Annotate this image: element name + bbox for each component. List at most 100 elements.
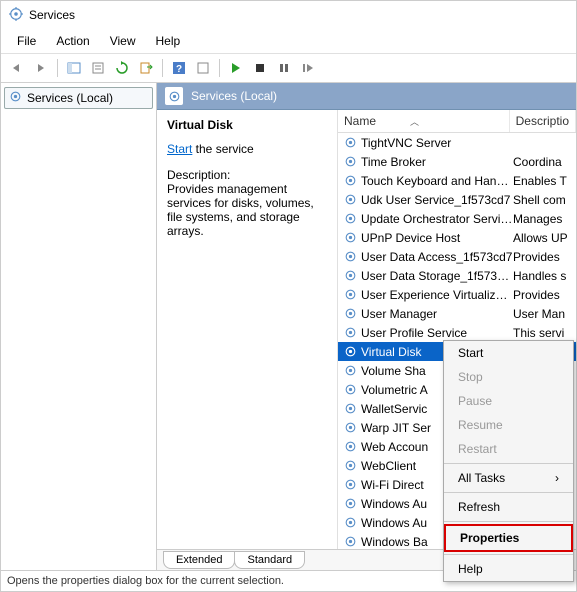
menu-view[interactable]: View [100, 31, 146, 51]
list-item[interactable]: Touch Keyboard and Hand...Enables T [338, 171, 576, 190]
separator-icon [57, 59, 58, 77]
service-desc: Provides [513, 288, 560, 302]
column-label: Name [344, 114, 376, 128]
svg-text:?: ? [176, 64, 182, 75]
service-name: Touch Keyboard and Hand... [361, 174, 513, 188]
tree-item-services-local[interactable]: Services (Local) [4, 87, 153, 109]
tab-extended[interactable]: Extended [163, 551, 235, 569]
description-text: Provides management services for disks, … [167, 182, 327, 238]
service-icon [342, 250, 358, 263]
service-desc: This servi [513, 326, 564, 340]
list-item[interactable]: Time BrokerCoordina [338, 152, 576, 171]
list-item[interactable]: Update Orchestrator ServiceManages [338, 209, 576, 228]
service-desc: Coordina [513, 155, 562, 169]
menubar: File Action View Help [1, 29, 576, 54]
menu-item-pause: Pause [444, 389, 573, 413]
toolbar: ? [1, 54, 576, 83]
service-icon [342, 136, 358, 149]
forward-button[interactable] [30, 57, 52, 79]
list-item[interactable]: User ManagerUser Man [338, 304, 576, 323]
tab-standard[interactable]: Standard [234, 551, 305, 569]
tree-pane: Services (Local) [1, 83, 157, 570]
service-icon [342, 212, 358, 225]
service-icon [342, 174, 358, 187]
sort-asc-icon: ︿ [410, 115, 419, 128]
service-name: User Profile Service [361, 326, 513, 340]
service-icon [342, 516, 358, 529]
service-icon [342, 364, 358, 377]
separator-icon [444, 492, 573, 493]
list-item[interactable]: User Data Access_1f573cd7Provides [338, 247, 576, 266]
list-item[interactable]: User Experience Virtualizati...Provides [338, 285, 576, 304]
help-button[interactable]: ? [168, 57, 190, 79]
service-name: Udk User Service_1f573cd7 [361, 193, 513, 207]
service-icon [342, 383, 358, 396]
service-desc: Shell com [513, 193, 566, 207]
service-name: TightVNC Server [361, 136, 513, 150]
menu-file[interactable]: File [7, 31, 46, 51]
export-button[interactable] [135, 57, 157, 79]
menu-help[interactable]: Help [146, 31, 191, 51]
service-desc: Manages [513, 212, 562, 226]
restart-service-button[interactable] [297, 57, 319, 79]
service-icon [342, 535, 358, 548]
service-icon [342, 326, 358, 339]
menu-item-help[interactable]: Help [444, 557, 573, 581]
service-icon [342, 478, 358, 491]
menu-item-properties[interactable]: Properties [444, 524, 573, 552]
menu-item-start[interactable]: Start [444, 341, 573, 365]
services-icon [9, 7, 23, 24]
service-icon [342, 193, 358, 206]
service-name: Time Broker [361, 155, 513, 169]
service-desc: User Man [513, 307, 565, 321]
service-desc: Provides [513, 250, 560, 264]
service-name: UPnP Device Host [361, 231, 513, 245]
submenu-arrow-icon: › [555, 471, 559, 485]
settings-button[interactable] [192, 57, 214, 79]
pause-service-button[interactable] [273, 57, 295, 79]
tree-item-label: Services (Local) [27, 91, 113, 105]
description-label: Description: [167, 168, 327, 182]
show-hide-tree-button[interactable] [63, 57, 85, 79]
refresh-button[interactable] [111, 57, 133, 79]
start-service-link[interactable]: Start [167, 142, 192, 156]
description-column: Virtual Disk Start the service Descripti… [157, 110, 337, 549]
service-name: User Data Access_1f573cd7 [361, 250, 513, 264]
service-icon [342, 402, 358, 415]
separator-icon [444, 463, 573, 464]
properties-toolbar-button[interactable] [87, 57, 109, 79]
service-icon [342, 231, 358, 244]
service-icon [342, 345, 358, 358]
menu-action[interactable]: Action [46, 31, 99, 51]
column-label: Descriptio [516, 114, 569, 128]
list-item[interactable]: User Data Storage_1f573cd7Handles s [338, 266, 576, 285]
list-item[interactable]: Udk User Service_1f573cd7Shell com [338, 190, 576, 209]
service-desc: Allows UP [513, 231, 568, 245]
column-header-name[interactable]: Name ︿ [338, 110, 510, 132]
services-icon [165, 87, 183, 105]
service-name: User Data Storage_1f573cd7 [361, 269, 513, 283]
list-header: Name ︿ Descriptio [338, 110, 576, 133]
service-icon [342, 421, 358, 434]
service-name: User Manager [361, 307, 513, 321]
menu-item-all-tasks[interactable]: All Tasks› [444, 466, 573, 490]
list-item[interactable]: TightVNC Server [338, 133, 576, 152]
column-header-description[interactable]: Descriptio [510, 110, 576, 132]
separator-icon [444, 554, 573, 555]
service-icon [342, 155, 358, 168]
list-item[interactable]: UPnP Device HostAllows UP [338, 228, 576, 247]
start-service-button[interactable] [225, 57, 247, 79]
service-icon [342, 497, 358, 510]
menu-item-resume: Resume [444, 413, 573, 437]
service-icon [342, 440, 358, 453]
context-menu: Start Stop Pause Resume Restart All Task… [443, 340, 574, 582]
panel-title: Services (Local) [191, 89, 277, 103]
stop-service-button[interactable] [249, 57, 271, 79]
titlebar: Services [1, 1, 576, 29]
back-button[interactable] [6, 57, 28, 79]
service-desc: Enables T [513, 174, 567, 188]
start-service-text: the service [192, 142, 253, 156]
menu-item-refresh[interactable]: Refresh [444, 495, 573, 519]
service-desc: Handles s [513, 269, 566, 283]
services-icon [9, 90, 22, 106]
